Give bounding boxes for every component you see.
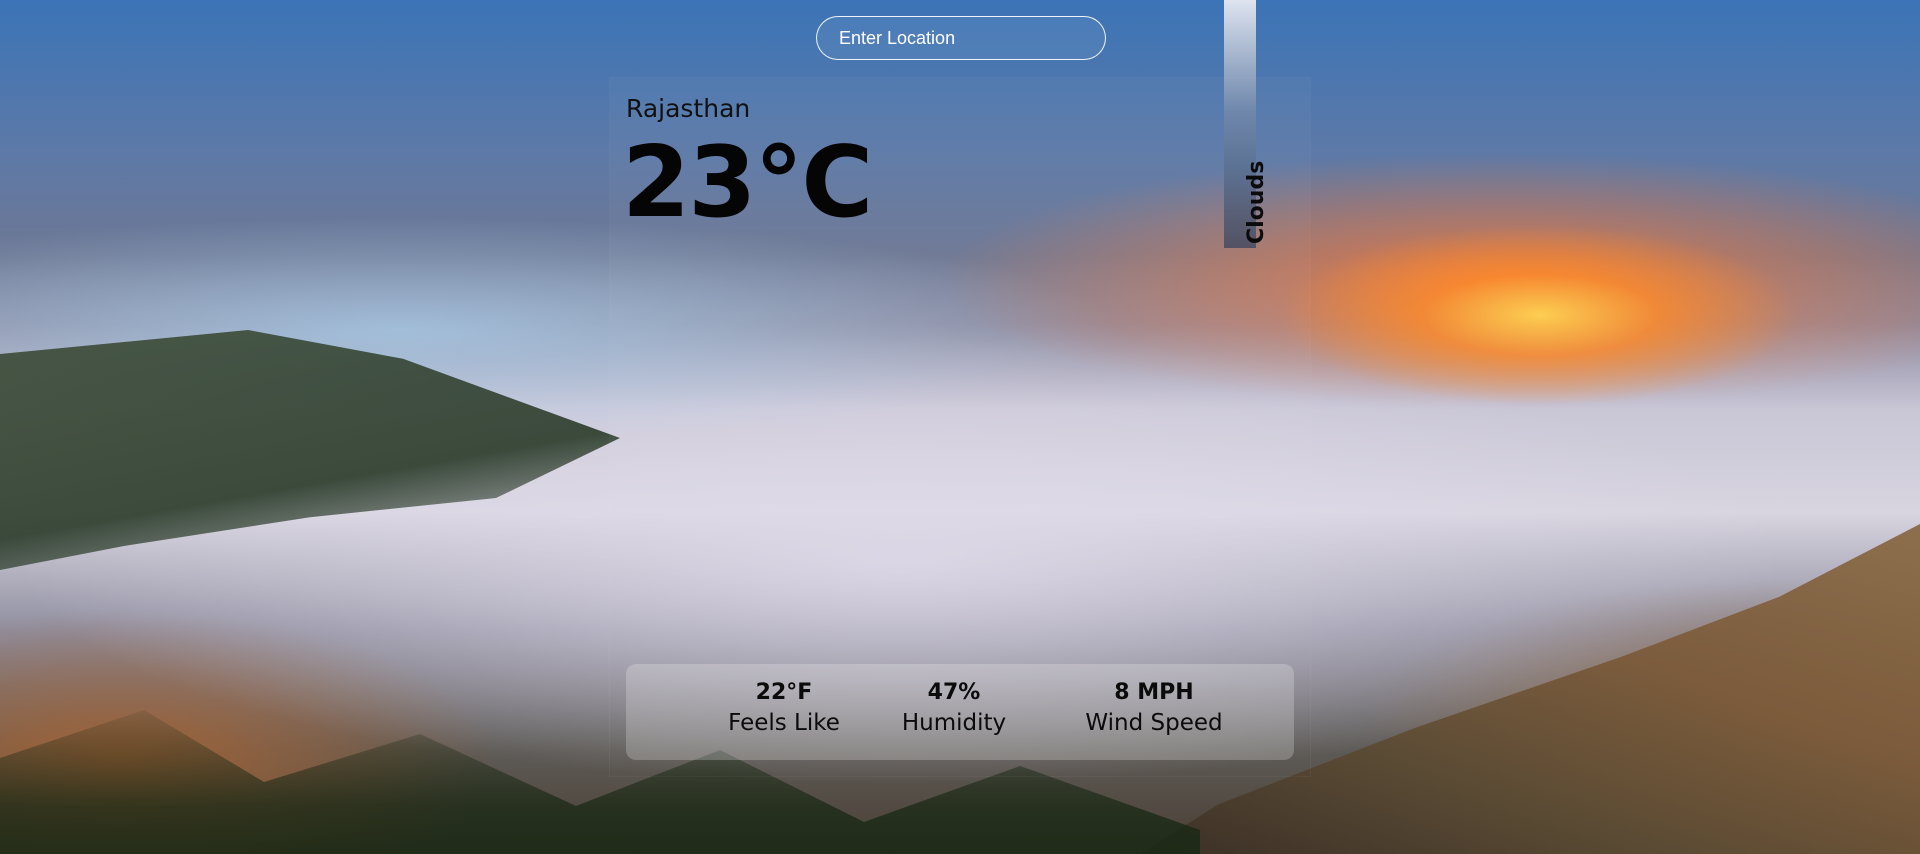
wind-speed-label: Wind Speed (1085, 710, 1223, 737)
humidity-value: 47% (927, 680, 981, 705)
current-temperature: 23°C (622, 126, 873, 240)
feels-like-value: 22°F (755, 680, 813, 705)
background-hill-left (0, 330, 620, 570)
weather-condition-label: Clouds (1244, 160, 1269, 244)
humidity-stat: 47% Humidity (894, 680, 1014, 736)
wind-speed-value: 8 MPH (1114, 680, 1194, 705)
feels-like-label: Feels Like (728, 710, 840, 737)
weather-card: Rajasthan 23°C 22°F Feels Like 47% Humid… (610, 78, 1310, 776)
wind-speed-stat: 8 MPH Wind Speed (1074, 680, 1234, 736)
location-search-input[interactable] (816, 16, 1106, 60)
feels-like-stat: 22°F Feels Like (714, 680, 854, 736)
weather-stats-panel: 22°F Feels Like 47% Humidity 8 MPH Wind … (626, 664, 1294, 760)
humidity-label: Humidity (901, 710, 1007, 737)
location-name: Rajasthan (626, 94, 751, 123)
